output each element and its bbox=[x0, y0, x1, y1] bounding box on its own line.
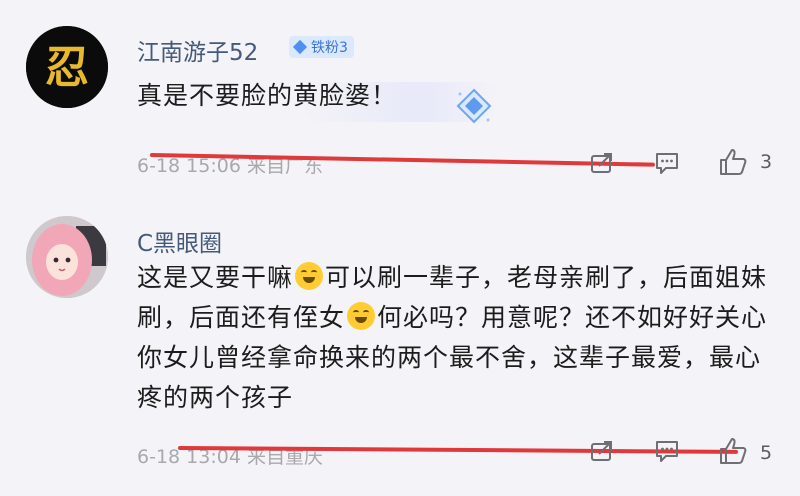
avatar-image: 忍 bbox=[26, 26, 108, 108]
avatar-image bbox=[26, 216, 108, 298]
comment-text: 这是又要干嘛 可以刷一辈子，老母亲刷了，后面姐妹刷，后面还有侄女 何必吗？用意呢？还… bbox=[137, 258, 777, 418]
avatar[interactable]: 忍 bbox=[26, 26, 108, 108]
avatar[interactable] bbox=[26, 216, 108, 298]
reply-icon[interactable] bbox=[654, 150, 680, 176]
username[interactable]: 江南游子52 bbox=[137, 33, 258, 67]
diamond-icon bbox=[292, 39, 308, 55]
like-count: 3 bbox=[760, 151, 773, 173]
comment-item: C黑眼圈 这是又要干嘛 可以刷一辈子，老母亲刷了，后面姐妹刷，后面还有侄女 何必吗？… bbox=[0, 200, 800, 496]
comment-text-part: 这是又要干嘛 bbox=[137, 263, 294, 292]
diamond-sticker-icon bbox=[456, 88, 492, 124]
avatar-glyph: 忍 bbox=[45, 42, 89, 93]
like-icon[interactable] bbox=[718, 147, 748, 177]
badge-label: 铁粉3 bbox=[311, 40, 348, 56]
share-icon[interactable] bbox=[589, 438, 615, 464]
share-icon[interactable] bbox=[589, 150, 615, 176]
username[interactable]: C黑眼圈 bbox=[137, 224, 222, 258]
comment-item: 忍 江南游子52 铁粉3 真是不要脸的黄脸婆！ 6-18 15:06 来自广东 … bbox=[0, 0, 800, 196]
like-count: 5 bbox=[760, 442, 773, 464]
laughing-emoji-icon bbox=[295, 262, 324, 290]
comment-text: 真是不要脸的黄脸婆！ bbox=[137, 81, 398, 110]
like-icon[interactable] bbox=[718, 436, 748, 466]
fan-badge[interactable]: 铁粉3 bbox=[289, 36, 354, 58]
laughing-emoji-icon bbox=[347, 302, 376, 330]
reply-icon[interactable] bbox=[654, 438, 680, 464]
